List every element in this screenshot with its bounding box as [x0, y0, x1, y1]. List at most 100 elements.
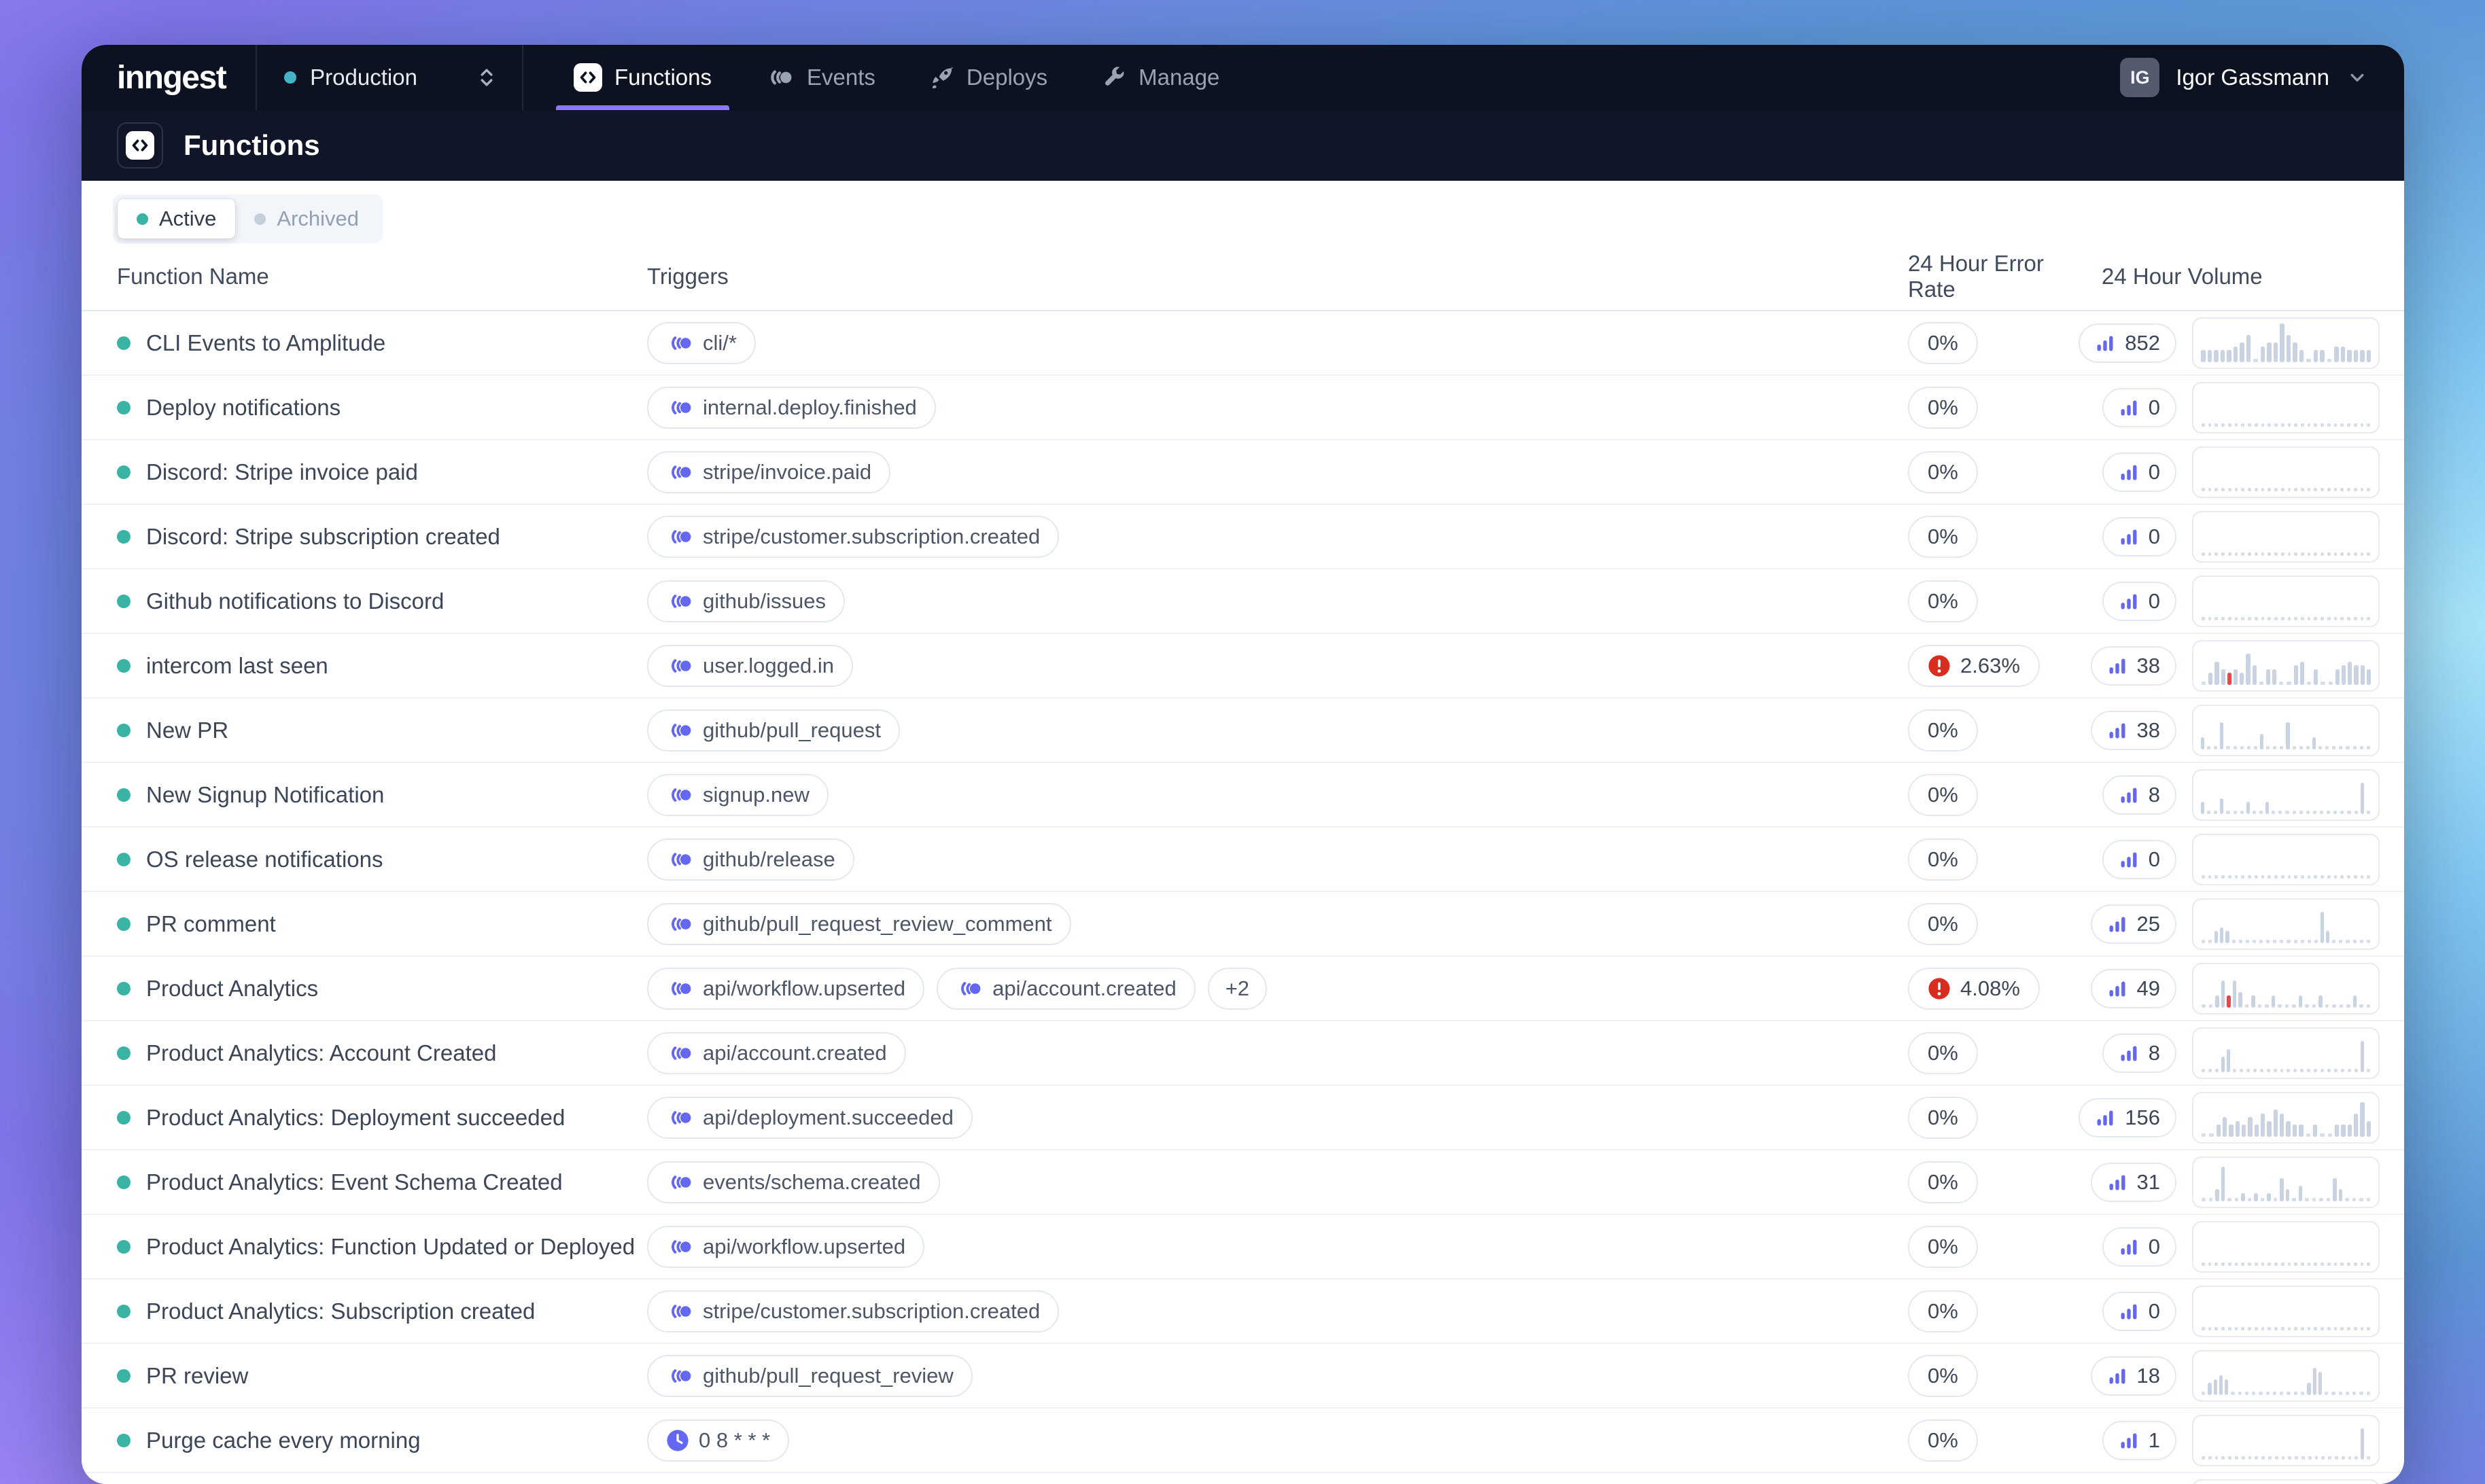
- function-row[interactable]: Product Analytics: Event Schema Created …: [82, 1150, 2404, 1215]
- event-trigger-pill[interactable]: api/account.created: [937, 968, 1196, 1010]
- zero-bucket-dash: [2313, 811, 2316, 814]
- function-row[interactable]: PR review github/pull_request_review 0% …: [82, 1344, 2404, 1409]
- zero-bucket-dash: [2335, 1456, 2338, 1460]
- event-trigger-pill[interactable]: github/release: [647, 838, 854, 881]
- tab-events[interactable]: Events: [747, 45, 893, 110]
- zero-bucket-dash: [2301, 1456, 2305, 1460]
- user-menu[interactable]: IG Igor Gassmann: [2120, 58, 2369, 97]
- exclamation-circle-icon: [1928, 654, 1951, 677]
- zero-bucket-dash: [2339, 1392, 2342, 1395]
- filter-archived[interactable]: Archived: [235, 199, 378, 238]
- volume-bar: [2361, 783, 2364, 813]
- function-row[interactable]: Product Analytics: Account Created api/a…: [82, 1021, 2404, 1086]
- zero-bucket-dash: [2214, 423, 2218, 427]
- function-row[interactable]: Product Analytics: Deployment succeeded …: [82, 1086, 2404, 1150]
- zero-bucket-dash: [2314, 552, 2317, 556]
- zero-bucket-dash: [2221, 875, 2225, 879]
- volume-sparkline: [2192, 834, 2380, 885]
- event-trigger-pill[interactable]: stripe/invoice.paid: [647, 451, 890, 493]
- volume-bar: [2266, 669, 2270, 685]
- volume-bar: [2215, 995, 2219, 1007]
- function-row[interactable]: OS release notifications github/release …: [82, 828, 2404, 892]
- functions-table-body: CLI Events to Amplitude cli/* 0% 852 Dep…: [82, 311, 2404, 1484]
- error-rate-badge: 4.08%: [1908, 968, 2040, 1010]
- function-row[interactable]: Reset password email and reminder passwo…: [82, 1473, 2404, 1484]
- zero-bucket-dash: [2221, 552, 2225, 556]
- event-trigger-pill[interactable]: events/schema.created: [647, 1161, 940, 1203]
- function-row[interactable]: Product Analytics: Function Updated or D…: [82, 1215, 2404, 1279]
- zero-bucket-dash: [2259, 811, 2263, 814]
- function-row[interactable]: PR comment github/pull_request_review_co…: [82, 892, 2404, 957]
- trigger-label: events/schema.created: [703, 1170, 921, 1195]
- event-trigger-pill[interactable]: cli/*: [647, 322, 756, 364]
- event-trigger-pill[interactable]: github/pull_request: [647, 709, 900, 752]
- event-trigger-pill[interactable]: api/workflow.upserted: [647, 968, 924, 1010]
- zero-bucket-dash: [2329, 682, 2333, 685]
- event-trigger-pill[interactable]: api/deployment.succeeded: [647, 1097, 973, 1139]
- event-trigger-pill[interactable]: github/pull_request_review: [647, 1355, 973, 1397]
- function-row[interactable]: Deploy notifications internal.deploy.fin…: [82, 376, 2404, 440]
- zero-bucket-dash: [2221, 488, 2225, 491]
- volume-value: 8: [2149, 783, 2160, 807]
- event-trigger-pill[interactable]: signup.new: [647, 774, 829, 816]
- zero-bucket-dash: [2347, 552, 2350, 556]
- tab-functions[interactable]: Functions: [556, 45, 729, 110]
- function-row[interactable]: Discord: Stripe invoice paid stripe/invo…: [82, 440, 2404, 505]
- zero-bucket-dash: [2352, 1392, 2356, 1395]
- workspace-selector[interactable]: Production: [257, 65, 522, 90]
- event-waves-icon: [666, 1108, 693, 1128]
- bar-chart-icon: [2119, 591, 2139, 612]
- event-trigger-pill[interactable]: api/workflow.upserted: [647, 1226, 924, 1268]
- error-rate-badge: 0%: [1908, 1355, 1978, 1397]
- event-trigger-pill[interactable]: github/pull_request_review_comment: [647, 903, 1071, 945]
- tab-deploys[interactable]: Deploys: [911, 45, 1065, 110]
- zero-bucket-dash: [2228, 552, 2231, 556]
- zero-bucket-dash: [2255, 423, 2258, 427]
- filter-active[interactable]: Active: [118, 199, 235, 238]
- function-name: Product Analytics: Event Schema Created: [146, 1169, 563, 1195]
- zero-bucket-dash: [2308, 423, 2311, 427]
- function-row[interactable]: Discord: Stripe subscription created str…: [82, 505, 2404, 569]
- function-name: Product Analytics: Deployment succeeded: [146, 1105, 565, 1131]
- function-row[interactable]: Github notifications to Discord github/i…: [82, 569, 2404, 634]
- extra-triggers-pill[interactable]: +2: [1208, 968, 1267, 1010]
- function-row[interactable]: Purge cache every morning 0 8 * * * 0% 1: [82, 1409, 2404, 1473]
- zero-bucket-dash: [2334, 875, 2338, 879]
- zero-bucket-dash: [2202, 875, 2205, 879]
- zero-bucket-dash: [2267, 488, 2271, 491]
- tab-manage[interactable]: Manage: [1083, 45, 1237, 110]
- volume-value: 0: [2149, 1299, 2160, 1324]
- zero-bucket-dash: [2294, 1327, 2297, 1330]
- event-trigger-pill[interactable]: stripe/customer.subscription.created: [647, 516, 1059, 558]
- zero-bucket-dash: [2320, 811, 2323, 814]
- error-rate-value: 0%: [1928, 1170, 1958, 1195]
- function-row[interactable]: intercom last seen user.logged.in 2.63% …: [82, 634, 2404, 699]
- filter-label: Active: [159, 207, 216, 231]
- event-trigger-pill[interactable]: internal.deploy.finished: [647, 387, 936, 429]
- function-row[interactable]: Product Analytics api/workflow.upserteda…: [82, 957, 2404, 1021]
- zero-bucket-dash: [2209, 1198, 2213, 1201]
- function-row[interactable]: Product Analytics: Subscription created …: [82, 1279, 2404, 1344]
- volume-sparkline: [2192, 963, 2380, 1014]
- volume-sparkline: [2192, 511, 2380, 563]
- volume-sparkline: [2192, 1092, 2380, 1144]
- cron-trigger-pill[interactable]: 0 8 * * *: [647, 1419, 789, 1462]
- trigger-label: github/pull_request_review_comment: [703, 912, 1052, 936]
- event-trigger-pill[interactable]: stripe/customer.subscription.created: [647, 1290, 1059, 1332]
- zero-bucket-dash: [2332, 940, 2335, 943]
- zero-bucket-dash: [2354, 617, 2357, 620]
- zero-bucket-dash: [2259, 682, 2263, 685]
- event-trigger-pill[interactable]: github/issues: [647, 580, 845, 622]
- zero-bucket-dash: [2367, 552, 2370, 556]
- zero-bucket-dash: [2209, 1133, 2213, 1137]
- event-trigger-pill[interactable]: user.logged.in: [647, 645, 853, 687]
- trigger-list: 0 8 * * *: [647, 1419, 1908, 1462]
- function-row[interactable]: New PR github/pull_request 0% 38: [82, 699, 2404, 763]
- function-row[interactable]: New Signup Notification signup.new 0% 8: [82, 763, 2404, 828]
- zero-bucket-dash: [2235, 1262, 2238, 1266]
- zero-bucket-dash: [2300, 1069, 2304, 1072]
- event-trigger-pill[interactable]: api/account.created: [647, 1032, 906, 1074]
- function-row[interactable]: CLI Events to Amplitude cli/* 0% 852: [82, 311, 2404, 376]
- volume-badge: 0: [2102, 517, 2176, 556]
- zero-bucket-dash: [2361, 1327, 2364, 1330]
